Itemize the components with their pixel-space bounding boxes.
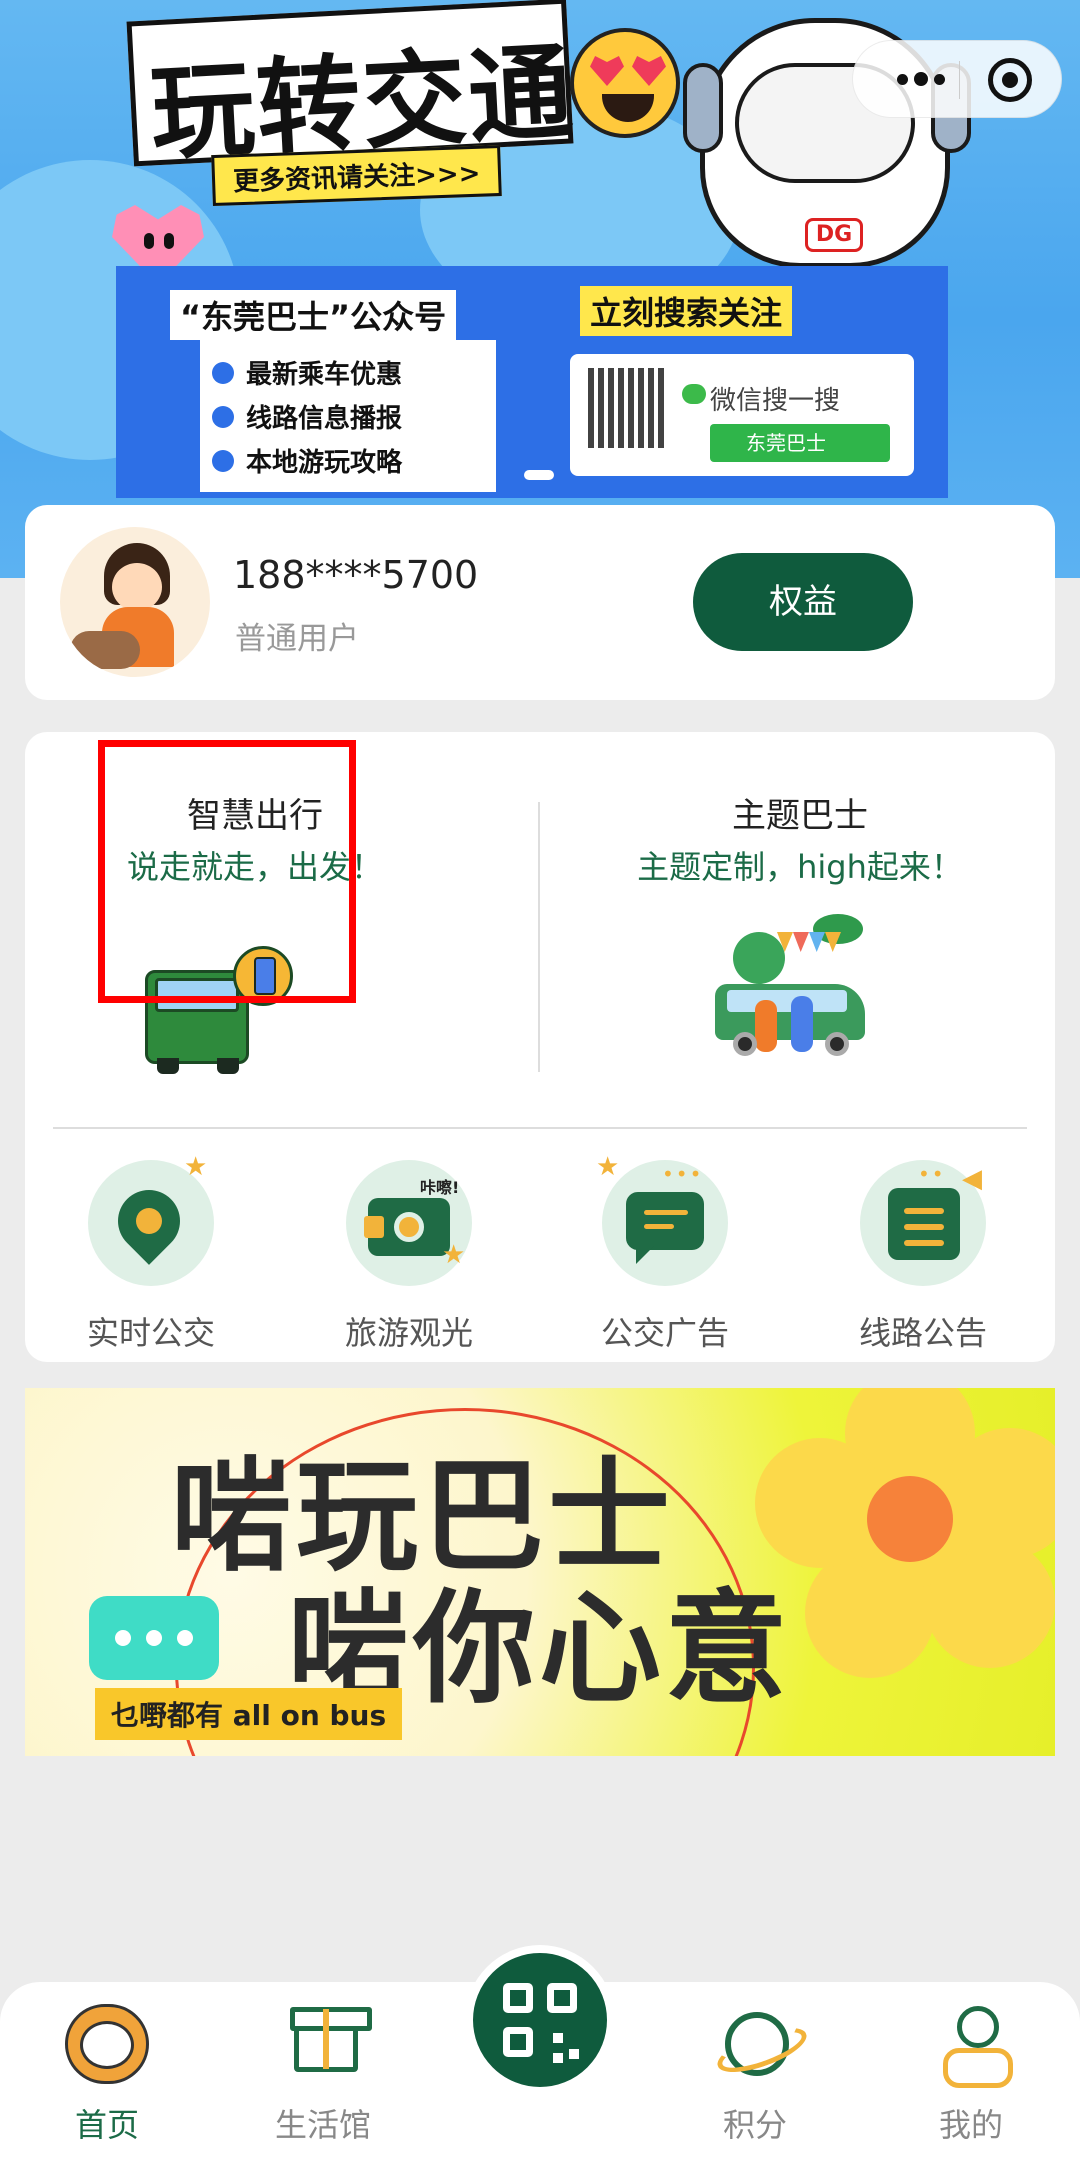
user-icon: [943, 2006, 1013, 2088]
banner-subtitle: 更多资讯请关注>>>: [211, 144, 503, 207]
check-icon: [212, 362, 234, 384]
horizontal-divider: [53, 1127, 1027, 1129]
benefit-list: 最新乘车优惠 线路信息播报 本地游玩攻略: [200, 340, 496, 492]
quick-route-notice[interactable]: •• ◀ 线路公告: [823, 1160, 1023, 1352]
nav-mine[interactable]: 我的: [886, 2002, 1056, 2152]
close-miniprogram-icon[interactable]: [988, 58, 1032, 102]
nav-home[interactable]: 首页: [22, 2002, 192, 2152]
user-type: 普通用户: [235, 621, 359, 657]
promo-banner[interactable]: 啱玩巴士 啱你心意 乜嘢都有 all on bus: [25, 1388, 1055, 1756]
feature-subtitle: 主题定制，high起来！: [637, 848, 963, 886]
official-account-label: “东莞巴士”公众号: [170, 290, 457, 340]
camera-icon: 咔嚓! ★: [346, 1160, 472, 1286]
benefits-button[interactable]: 权益: [693, 553, 913, 651]
mascot-badge: DG: [805, 218, 863, 252]
capsule-divider: [959, 61, 960, 99]
theme-bus-icon: [715, 914, 875, 1064]
promo-tagline: 乜嘢都有 all on bus: [95, 1688, 403, 1740]
chat-bubble-icon: ★ •••: [596, 1152, 728, 1286]
avatar[interactable]: [60, 527, 210, 677]
location-pin-icon: ★: [88, 1152, 214, 1286]
quick-sightseeing[interactable]: 咔嚓! ★ 旅游观光: [309, 1160, 509, 1352]
user-card: 188****5700 普通用户 权益: [25, 505, 1055, 700]
wechat-icon: [682, 384, 706, 404]
camera-tag: 咔嚓!: [420, 1178, 460, 1197]
nav-label: 首页: [74, 2106, 139, 2144]
theme-bus-card[interactable]: 主题巴士 主题定制，high起来！: [585, 732, 1055, 1112]
selection-highlight: [98, 740, 356, 1003]
announcement-icon: •• ◀: [860, 1160, 986, 1286]
heart-eyes-emoji-icon: [570, 28, 680, 138]
benefit-item: 本地游玩攻略: [246, 448, 403, 478]
gift-icon: [290, 2007, 372, 2072]
nav-label: 生活馆: [274, 2106, 371, 2144]
services-card: 智慧出行 说走就走，出发！ 主题巴士 主题定制，high起来！ ★ 实时公交 咔…: [25, 732, 1055, 1362]
quick-realtime-bus[interactable]: ★ 实时公交: [51, 1152, 251, 1352]
nav-points[interactable]: 积分: [670, 2002, 840, 2152]
chat-bubble-icon: [89, 1596, 219, 1680]
wechat-search-label: 微信搜一搜: [710, 386, 841, 416]
more-options-icon[interactable]: [881, 59, 961, 99]
wechat-search-box: 东莞巴士: [710, 424, 890, 462]
quick-label: 旅游观光: [344, 1314, 473, 1352]
quick-label: 实时公交: [86, 1314, 215, 1352]
search-follow-label: 立刻搜索关注: [580, 286, 793, 336]
sun-flower-graphic: [745, 1388, 1055, 1698]
vertical-divider: [538, 802, 540, 1072]
check-icon: [212, 406, 234, 428]
scan-qr-button[interactable]: [465, 1945, 615, 2095]
benefit-item: 线路信息播报: [246, 404, 403, 434]
quick-label: 线路公告: [858, 1314, 987, 1352]
qr-code-image: [588, 368, 668, 448]
astronaut-home-icon: [65, 2004, 149, 2084]
planet-icon: [725, 2012, 789, 2076]
carousel-indicator: [524, 470, 554, 480]
nav-life-hall[interactable]: 生活馆: [238, 2002, 408, 2152]
user-phone: 188****5700: [233, 553, 479, 597]
nav-label: 我的: [938, 2106, 1003, 2144]
wechat-qr-card: 微信搜一搜 东莞巴士: [570, 354, 914, 476]
check-icon: [212, 450, 234, 472]
quick-bus-ads[interactable]: ★ ••• 公交广告: [565, 1152, 765, 1352]
quick-label: 公交广告: [600, 1314, 729, 1352]
nav-label: 积分: [722, 2106, 787, 2144]
feature-title: 主题巴士: [732, 796, 868, 836]
miniprogram-capsule: [852, 40, 1062, 118]
benefit-item: 最新乘车优惠: [246, 360, 403, 390]
